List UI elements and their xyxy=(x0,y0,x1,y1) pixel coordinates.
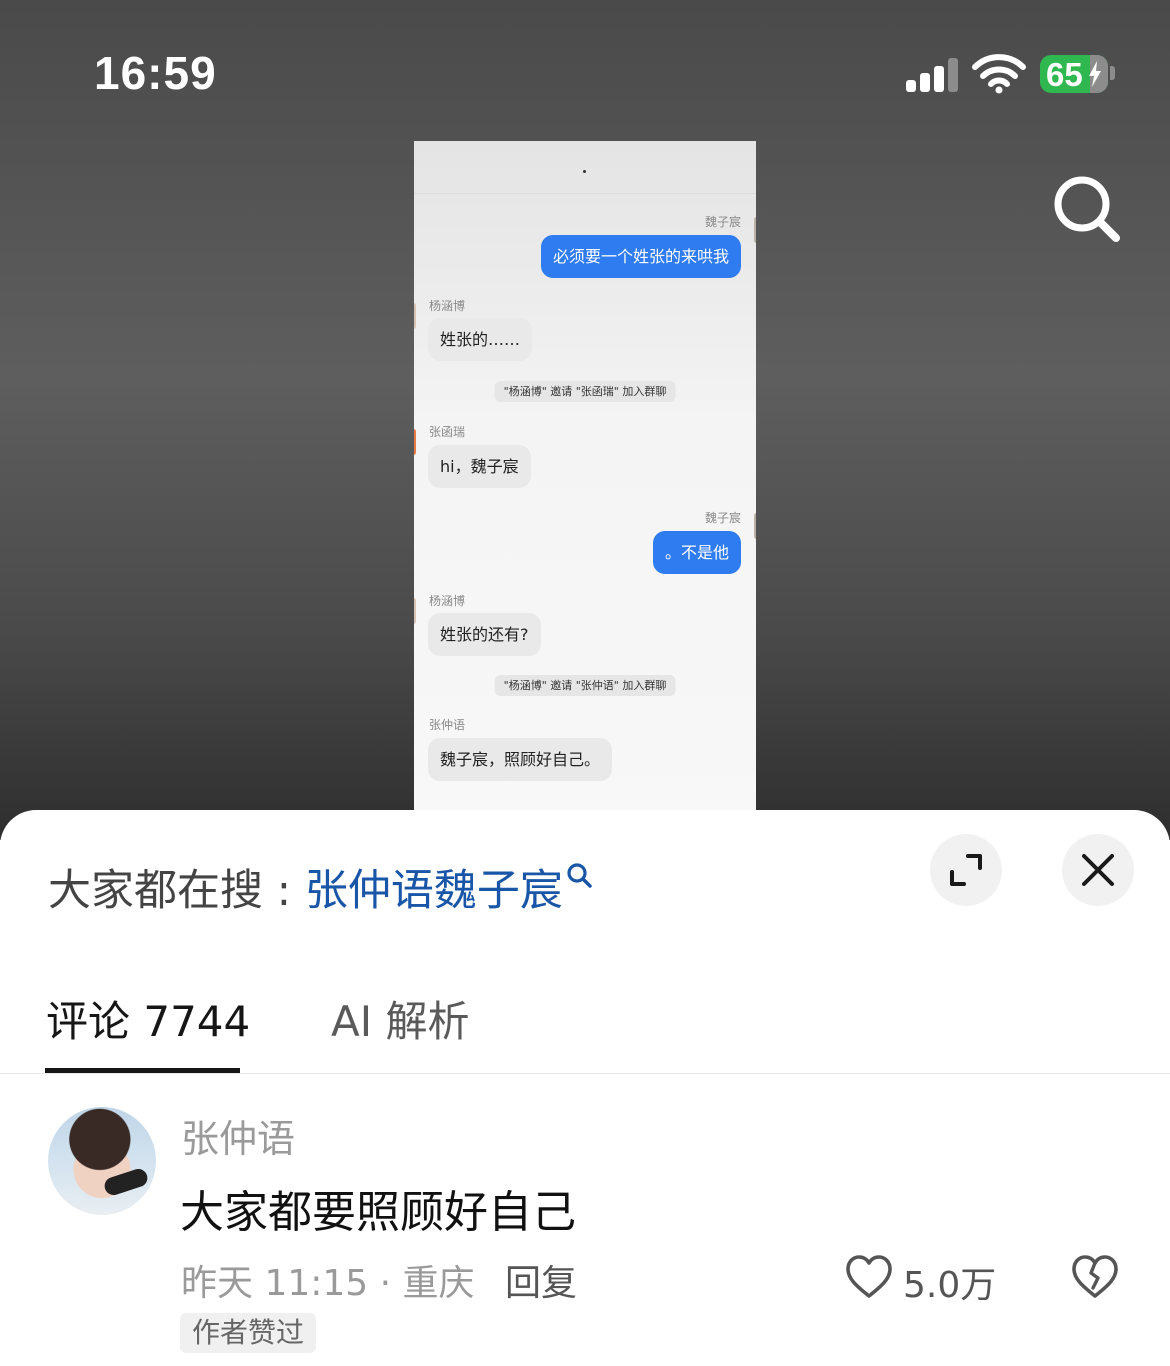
avatar xyxy=(754,513,756,539)
avatar xyxy=(414,429,416,455)
expand-button[interactable] xyxy=(930,834,1002,906)
system-message: "杨涵博" 邀请 "张函瑞" 加入群聊 xyxy=(494,381,676,402)
chat-screenshot: 魏子宸 必须要一个姓张的来哄我 杨涵博 姓张的…… "杨涵博" 邀请 "张函瑞"… xyxy=(414,141,756,840)
heart-icon[interactable] xyxy=(845,1254,893,1300)
message-sender: 魏子宸 xyxy=(704,215,741,229)
comment-text[interactable]: 大家都要照顾好自己 xyxy=(180,1176,576,1240)
tab-comments[interactable]: 评论 7744 xyxy=(46,988,250,1049)
battery-level: 65 xyxy=(1046,56,1083,93)
chat-top-dot xyxy=(583,170,586,173)
close-icon xyxy=(1082,854,1114,886)
chat-header-divider xyxy=(414,193,756,194)
message-bubble: 姓张的…… xyxy=(428,318,533,361)
cellular-signal-icon xyxy=(906,58,960,92)
message-bubble: 必须要一个姓张的来哄我 xyxy=(540,235,741,278)
avatar xyxy=(754,217,756,243)
close-button[interactable] xyxy=(1062,834,1134,906)
message-bubble: hi，魏子宸 xyxy=(428,445,531,488)
message-sender: 杨涵博 xyxy=(429,594,466,608)
system-message: "杨涵博" 邀请 "张仲语" 加入群聊 xyxy=(494,675,676,696)
message-sender: 杨涵博 xyxy=(429,299,466,313)
message-bubble: 姓张的还有? xyxy=(428,613,541,656)
hot-search-link[interactable]: 大家都在搜 : 张仲语魏子宸 xyxy=(48,856,563,918)
battery-charging-icon: 65 xyxy=(1040,55,1108,93)
battery-cap xyxy=(1110,66,1115,80)
search-icon xyxy=(567,863,592,888)
tab-ai-analysis[interactable]: AI 解析 xyxy=(331,988,469,1049)
broken-heart-icon[interactable] xyxy=(1071,1254,1119,1300)
wifi-icon xyxy=(972,54,1026,94)
hot-search-prefix: 大家都在搜 : xyxy=(48,866,305,916)
avatar xyxy=(414,303,416,329)
message-bubble: 。不是他 xyxy=(652,531,741,574)
message-sender: 张仲语 xyxy=(429,718,466,732)
comment-sheet: 大家都在搜 : 张仲语魏子宸 评论 7744 AI 解析 张仲语 大家都要照顾好… xyxy=(0,810,1170,1366)
search-icon[interactable] xyxy=(1052,174,1124,246)
like-count: 5.0万 xyxy=(903,1265,997,1306)
hot-search-keyword[interactable]: 张仲语魏子宸 xyxy=(305,866,563,916)
comment-author[interactable]: 张仲语 xyxy=(181,1108,295,1163)
message-sender: 张函瑞 xyxy=(429,425,466,439)
tabs-divider xyxy=(0,1073,1170,1074)
avatar[interactable] xyxy=(48,1107,156,1215)
reply-button[interactable]: 回复 xyxy=(505,1254,577,1306)
author-liked-badge: 作者赞过 xyxy=(180,1313,317,1353)
comment-meta: 昨天 11:15 · 重庆 xyxy=(181,1263,475,1304)
message-sender: 魏子宸 xyxy=(704,511,741,525)
avatar xyxy=(414,598,416,624)
status-time: 16:59 xyxy=(94,47,217,99)
expand-icon xyxy=(950,854,982,886)
message-bubble: 魏子宸，照顾好自己。 xyxy=(428,738,613,781)
